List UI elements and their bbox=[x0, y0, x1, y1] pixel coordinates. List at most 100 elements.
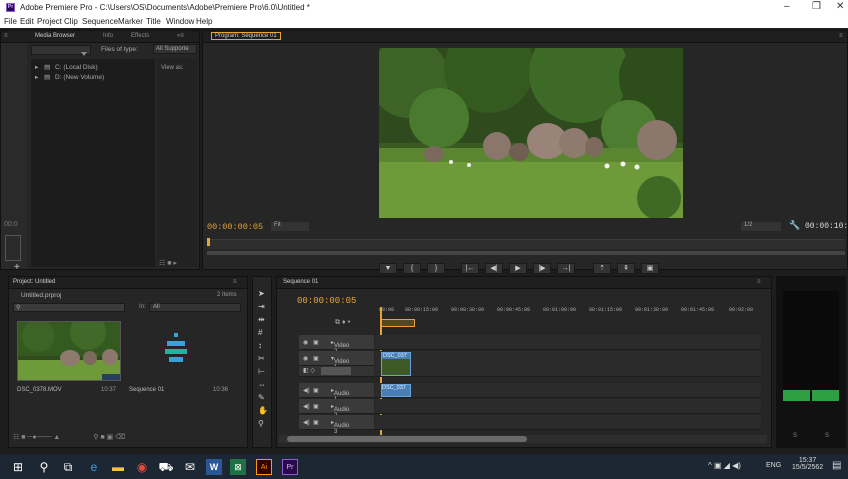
speaker-icon[interactable]: ◀) bbox=[303, 403, 310, 410]
minimize-button[interactable]: – bbox=[784, 1, 790, 12]
play-button[interactable]: ▶ bbox=[509, 263, 527, 274]
panel-menu-icon[interactable]: ≡ bbox=[4, 33, 8, 39]
mark-in-button[interactable]: { bbox=[403, 263, 421, 274]
files-of-type-dropdown[interactable]: All Supporte bbox=[153, 44, 197, 54]
tray-icons[interactable]: ^ ▣ ◢ ◀) bbox=[708, 461, 741, 470]
list-view-icon[interactable]: ☷ ■ ▸ bbox=[159, 259, 177, 267]
in-dropdown[interactable]: All bbox=[149, 303, 241, 312]
lock-icon[interactable]: ▣ bbox=[313, 355, 319, 362]
premiere-taskbar-icon[interactable]: Pr bbox=[282, 459, 298, 475]
mail-icon[interactable]: ✉ bbox=[182, 459, 198, 475]
panel-menu-icon[interactable]: ≡ bbox=[839, 33, 843, 39]
playhead-marker[interactable] bbox=[207, 238, 210, 246]
speaker-icon[interactable]: ◀) bbox=[303, 419, 310, 426]
excel-icon[interactable]: ⊠ bbox=[230, 459, 246, 475]
export-frame-button[interactable]: ▣ bbox=[641, 263, 659, 274]
search-icon[interactable]: ⚲ bbox=[36, 459, 52, 475]
drive-row-d[interactable]: ▸ ▤ D: (New Volume) bbox=[35, 73, 104, 81]
fit-dropdown[interactable]: Fit bbox=[271, 222, 309, 231]
project-search-input[interactable]: ⚲ bbox=[13, 303, 125, 312]
menu-window[interactable]: Window bbox=[166, 17, 194, 26]
razor-tool-icon[interactable]: ✂ bbox=[258, 352, 268, 365]
mark-out-button[interactable]: } bbox=[427, 263, 445, 274]
track-header-video1[interactable]: ◉ ▣ ▾ Video 1 bbox=[299, 351, 374, 371]
solo-right-button[interactable]: S bbox=[825, 433, 829, 439]
track-select-tool-icon[interactable]: ⇥ bbox=[258, 300, 268, 313]
store-icon[interactable]: ⛟ bbox=[158, 459, 174, 475]
word-icon[interactable]: W bbox=[206, 459, 222, 475]
program-current-time[interactable]: 00:00:00:05 bbox=[207, 222, 263, 232]
eye-icon[interactable]: ◉ bbox=[303, 339, 308, 346]
close-button[interactable]: ✕ bbox=[836, 1, 844, 12]
lock-icon[interactable]: ▣ bbox=[313, 419, 319, 426]
language-indicator[interactable]: ENG bbox=[766, 462, 781, 469]
illustrator-icon[interactable]: Ai bbox=[256, 459, 272, 475]
solo-left-button[interactable]: S bbox=[793, 433, 797, 439]
timeline-scroll-thumb[interactable] bbox=[287, 436, 527, 442]
maximize-button[interactable]: ❐ bbox=[812, 1, 821, 12]
menu-file[interactable]: File bbox=[4, 17, 17, 26]
track-header-audio2[interactable]: ◀) ▣ ▸ Audio 2 bbox=[299, 399, 374, 419]
rate-stretch-tool-icon[interactable]: ↕ bbox=[258, 339, 268, 352]
clock[interactable]: 15:37 15/5/2562 bbox=[792, 457, 823, 471]
track-header-audio3[interactable]: ◀) ▣ ▸ Audio 3 bbox=[299, 415, 374, 435]
go-to-out-button[interactable]: →| bbox=[557, 263, 575, 274]
drive-row-c[interactable]: ▸ ▤ C: (Local Disk) bbox=[35, 63, 98, 71]
timeline-scrollbar[interactable] bbox=[279, 435, 767, 443]
menu-project[interactable]: Project bbox=[37, 17, 62, 26]
tab-overflow-icon[interactable]: »≡ bbox=[177, 33, 184, 39]
speaker-icon[interactable]: ◀) bbox=[303, 387, 310, 394]
tab-project[interactable]: Project: Untitled bbox=[13, 279, 55, 285]
step-forward-button[interactable]: |▶ bbox=[533, 263, 551, 274]
slide-tool-icon[interactable]: ⇔ bbox=[258, 378, 268, 391]
left-mini-scroll[interactable] bbox=[5, 235, 21, 261]
tab-info[interactable]: Info bbox=[103, 33, 113, 39]
track-header-video2[interactable]: ◉ ▣ ▸ Video 2 bbox=[299, 335, 374, 355]
task-view-icon[interactable]: ⧉ bbox=[60, 459, 76, 475]
menu-title[interactable]: Title bbox=[146, 17, 161, 26]
menu-help[interactable]: Help bbox=[196, 17, 212, 26]
work-area-bar[interactable] bbox=[381, 319, 415, 327]
pen-tool-icon[interactable]: ✎ bbox=[258, 391, 268, 404]
hand-tool-icon[interactable]: ✋ bbox=[258, 404, 268, 417]
sequence-icon[interactable] bbox=[161, 333, 191, 367]
step-back-button[interactable]: ◀| bbox=[485, 263, 503, 274]
lock-icon[interactable]: ▣ bbox=[313, 403, 319, 410]
tab-sequence[interactable]: Sequence 01 bbox=[283, 279, 318, 285]
timeline-current-time[interactable]: 00:00:00:05 bbox=[297, 296, 356, 306]
wrench-icon[interactable]: 🔧 bbox=[789, 220, 800, 231]
snap-icon[interactable]: ⧉ ♦ ▾ bbox=[335, 319, 350, 327]
menu-clip[interactable]: Clip bbox=[64, 17, 78, 26]
opacity-dropdown[interactable] bbox=[321, 367, 351, 375]
extract-button[interactable]: ⇞ bbox=[617, 263, 635, 274]
clip-thumbnail-dsc0378[interactable] bbox=[17, 321, 121, 381]
zoom-tool-icon[interactable]: ⚲ bbox=[258, 417, 268, 430]
lock-icon[interactable]: ▣ bbox=[313, 387, 319, 394]
add-panel-icon[interactable]: + bbox=[14, 262, 20, 273]
add-marker-button[interactable]: ▼ bbox=[379, 263, 397, 274]
video-clip-dsc037[interactable]: DSC_037 bbox=[381, 352, 411, 376]
eye-icon[interactable]: ◉ bbox=[303, 355, 308, 362]
file-explorer-icon[interactable]: ▬ bbox=[110, 459, 126, 475]
keyframe-icon[interactable]: ◧ ◇ bbox=[303, 367, 315, 374]
tab-effects[interactable]: Effects bbox=[131, 33, 149, 39]
panel-menu-icon[interactable]: ≡ bbox=[233, 279, 237, 285]
ripple-edit-tool-icon[interactable]: ⇹ bbox=[258, 313, 268, 326]
program-zoom-scrollbar[interactable] bbox=[207, 251, 845, 255]
track-header-keyframes[interactable]: ◧ ◇ bbox=[299, 366, 374, 377]
tab-media-browser[interactable]: Media Browser bbox=[35, 33, 75, 39]
track-audio1[interactable]: DSC_037 bbox=[375, 383, 761, 398]
track-audio3[interactable] bbox=[375, 415, 761, 430]
track-audio2[interactable] bbox=[375, 399, 761, 414]
track-header-audio1[interactable]: ◀) ▣ ▸ Audio 1 bbox=[299, 383, 374, 403]
lift-button[interactable]: ⇡ bbox=[593, 263, 611, 274]
tab-program-sequence[interactable]: Program: Sequence 01 bbox=[211, 32, 281, 40]
lock-icon[interactable]: ▣ bbox=[313, 339, 319, 346]
edge-browser-icon[interactable]: e bbox=[86, 459, 102, 475]
audio-clip-dsc037[interactable]: DSC_037 bbox=[381, 384, 411, 397]
menu-sequence[interactable]: Sequence bbox=[82, 17, 118, 26]
track-video2[interactable] bbox=[375, 335, 761, 350]
chrome-icon[interactable]: ◉ bbox=[134, 459, 150, 475]
view-as-label[interactable]: View as: bbox=[161, 65, 184, 71]
menu-marker[interactable]: Marker bbox=[118, 17, 143, 26]
